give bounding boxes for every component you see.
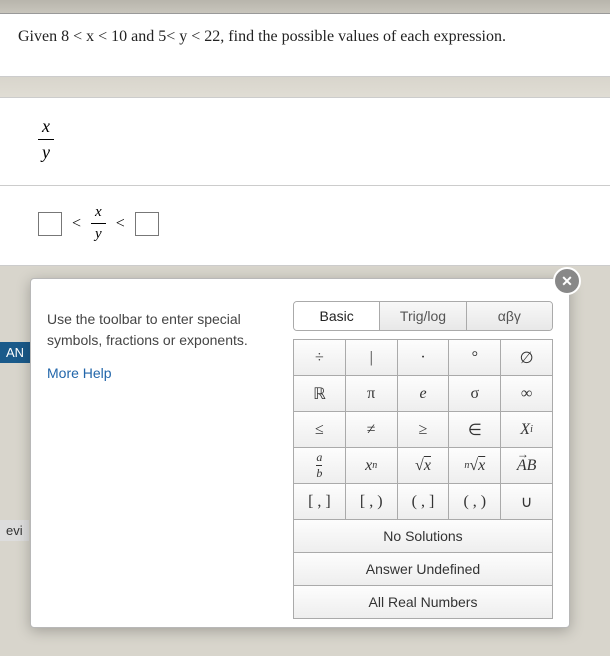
tab-basic[interactable]: Basic: [294, 302, 380, 330]
sym-open-open[interactable]: ( , ): [449, 484, 501, 520]
sym-open-closed[interactable]: ( , ]: [398, 484, 450, 520]
expression-fraction: x y: [38, 116, 54, 163]
sym-sqrt[interactable]: √x: [398, 448, 450, 484]
sym-infinity[interactable]: ∞: [501, 376, 553, 412]
less-than-2: <: [116, 215, 125, 233]
sym-union[interactable]: ∪: [501, 484, 553, 520]
sym-closed-closed[interactable]: [ , ]: [294, 484, 346, 520]
symbol-toolbar-panel: ✕ Use the toolbar to enter special symbo…: [30, 278, 570, 628]
tab-trig-log[interactable]: Trig/log: [380, 302, 466, 330]
question-text: Given 8 < x < 10 and 5< y < 22, find the…: [0, 14, 610, 77]
sym-divide[interactable]: ÷: [294, 340, 346, 376]
answer-frac-num: x: [91, 204, 106, 223]
less-than-1: <: [72, 215, 81, 233]
sym-neq[interactable]: ≠: [346, 412, 398, 448]
sym-pipe[interactable]: |: [346, 340, 398, 376]
expression-display: x y: [0, 97, 610, 186]
lower-bound-input[interactable]: [38, 212, 62, 236]
instruction-text: Use the toolbar to enter special symbols…: [47, 309, 277, 351]
window-top-bar: [0, 0, 610, 14]
fraction-numerator: x: [38, 116, 54, 139]
upper-bound-input[interactable]: [135, 212, 159, 236]
sym-x-power-n[interactable]: xn: [346, 448, 398, 484]
phrase-buttons: No Solutions Answer Undefined All Real N…: [293, 520, 553, 619]
sym-empty-set[interactable]: ∅: [501, 340, 553, 376]
phrase-no-solutions[interactable]: No Solutions: [293, 520, 553, 553]
symbol-grid: ÷ | · ° ∅ ℝ π e σ ∞ ≤ ≠ ≥ ∈ Xi ab xn √x …: [293, 339, 553, 520]
sym-pi[interactable]: π: [346, 376, 398, 412]
sym-real[interactable]: ℝ: [294, 376, 346, 412]
sym-nth-root[interactable]: n√x: [449, 448, 501, 484]
close-icon[interactable]: ✕: [553, 267, 581, 295]
sym-closed-open[interactable]: [ , ): [346, 484, 398, 520]
sym-sigma[interactable]: σ: [449, 376, 501, 412]
sym-geq[interactable]: ≥: [398, 412, 450, 448]
sym-fraction[interactable]: ab: [294, 448, 346, 484]
palette-tabs: Basic Trig/log αβγ: [293, 301, 553, 331]
side-tab-an[interactable]: AN: [0, 342, 30, 363]
answer-frac-den: y: [91, 223, 106, 243]
phrase-all-reals[interactable]: All Real Numbers: [293, 586, 553, 619]
panel-instructions: Use the toolbar to enter special symbols…: [47, 309, 277, 381]
sym-vector-ab[interactable]: →AB: [501, 448, 553, 484]
tab-greek[interactable]: αβγ: [467, 302, 552, 330]
phrase-undefined[interactable]: Answer Undefined: [293, 553, 553, 586]
side-tab-evi[interactable]: evi: [0, 520, 29, 541]
divider-strip: [0, 77, 610, 97]
question-content: Given 8 < x < 10 and 5< y < 22, find the…: [18, 28, 506, 45]
more-help-link[interactable]: More Help: [47, 365, 277, 381]
sym-e[interactable]: e: [398, 376, 450, 412]
answer-fraction: x y: [91, 204, 106, 243]
sym-x-sub-i[interactable]: Xi: [501, 412, 553, 448]
fraction-denominator: y: [38, 139, 54, 163]
sym-leq[interactable]: ≤: [294, 412, 346, 448]
answer-template-row: < x y <: [0, 186, 610, 266]
sym-degree[interactable]: °: [449, 340, 501, 376]
symbol-palette: Basic Trig/log αβγ ÷ | · ° ∅ ℝ π e σ ∞ ≤…: [293, 301, 553, 619]
sym-element[interactable]: ∈: [449, 412, 501, 448]
sym-dot[interactable]: ·: [398, 340, 450, 376]
